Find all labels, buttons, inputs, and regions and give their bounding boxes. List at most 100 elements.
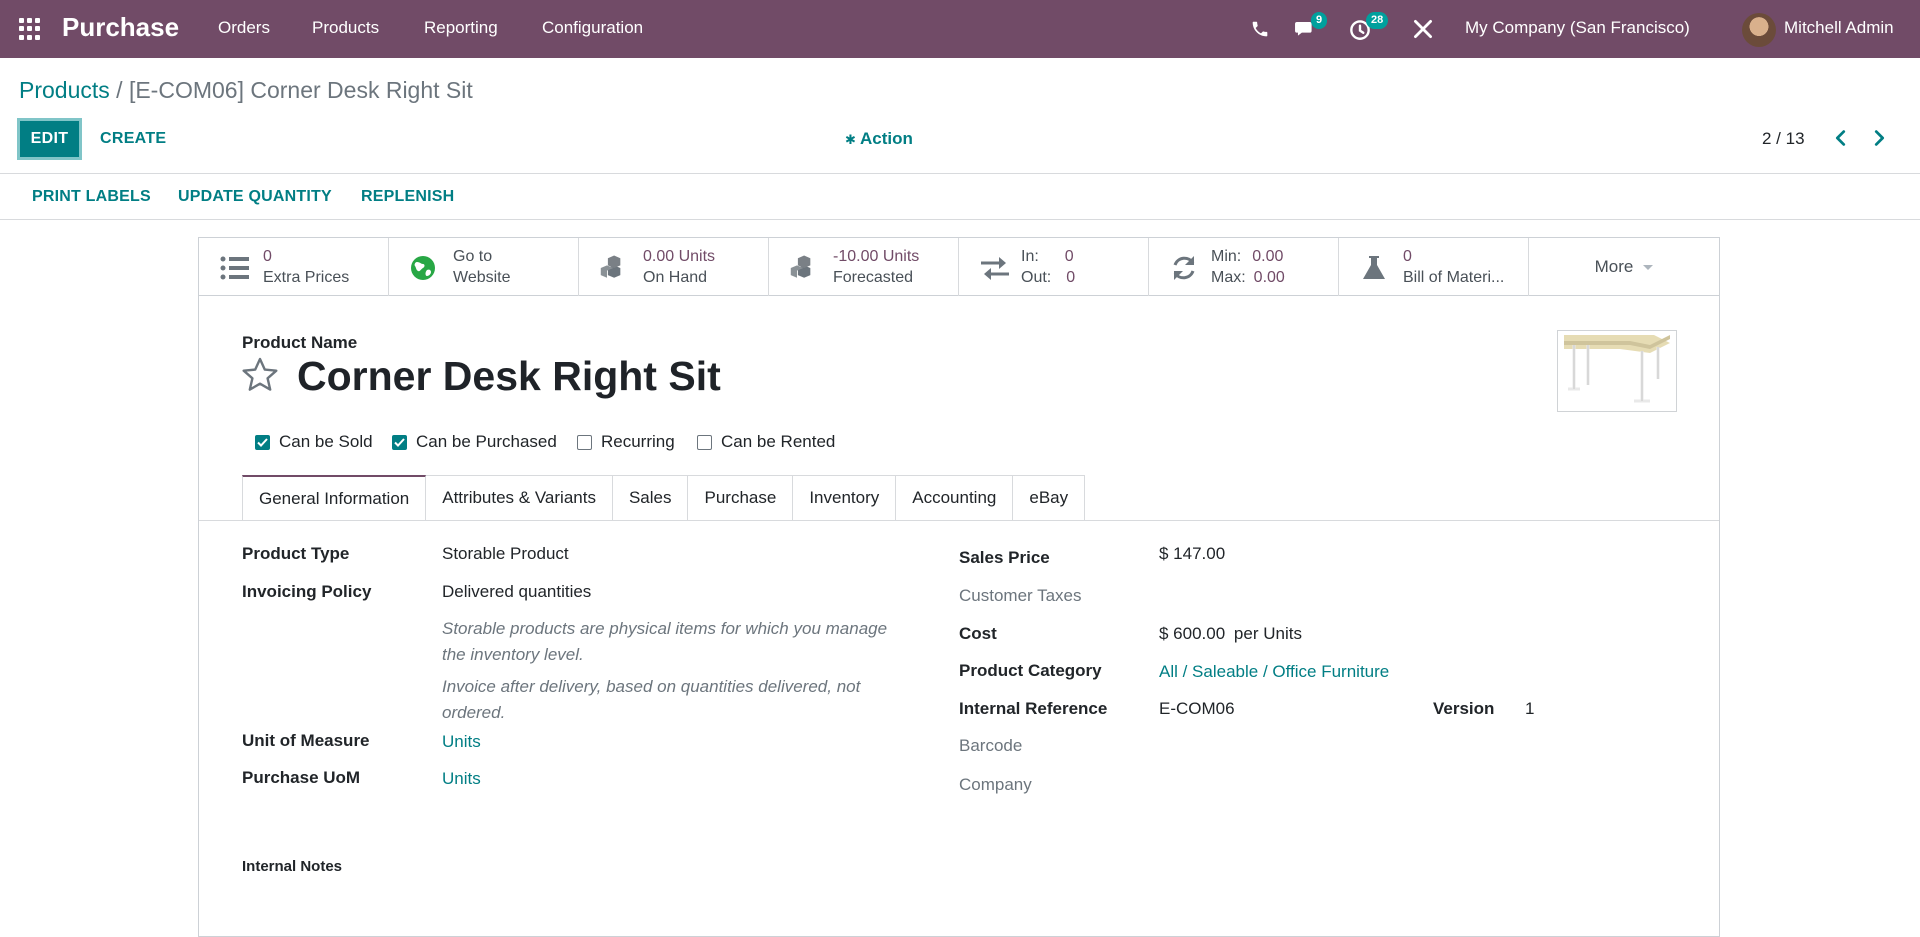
- product-type-value: Storable Product: [442, 544, 569, 563]
- tab-divider: [199, 520, 1719, 521]
- smart-buttons: 0 Extra Prices Go to Website 0.00 Units …: [199, 238, 1719, 296]
- checkbox-label: Recurring: [601, 432, 675, 451]
- star-icon[interactable]: [240, 355, 280, 395]
- checkbox-label: Can be Purchased: [416, 432, 557, 451]
- more-button[interactable]: More: [1529, 238, 1719, 296]
- can-be-sold-checkbox[interactable]: Can be Sold: [255, 432, 373, 452]
- tab-inventory[interactable]: Inventory: [793, 475, 897, 521]
- on-hand-label: On Hand: [643, 269, 708, 286]
- version-label: Version: [1433, 699, 1495, 718]
- forecasted-value: -10.00 Units: [833, 248, 920, 265]
- tab-general-information[interactable]: General Information: [242, 475, 427, 521]
- internal-reference-value: E-COM06: [1159, 699, 1235, 718]
- max-row: Max: 0.00: [1211, 269, 1285, 287]
- update-quantity-button[interactable]: UPDATE QUANTITY: [178, 188, 332, 206]
- menu-orders[interactable]: Orders: [218, 18, 270, 38]
- sales-price-label: Sales Price: [959, 548, 1050, 567]
- extra-prices-button[interactable]: 0 Extra Prices: [199, 238, 389, 296]
- product-type-label: Product Type: [242, 544, 350, 563]
- menu-configuration[interactable]: Configuration: [542, 18, 643, 38]
- go-to-website-button[interactable]: Go to Website: [389, 238, 579, 296]
- user-menu[interactable]: Mitchell Admin: [1784, 18, 1894, 38]
- bom-label: Bill of Materi...: [1403, 269, 1505, 286]
- checkbox-checked-icon: [392, 434, 407, 450]
- replenish-button[interactable]: REPLENISH: [361, 188, 454, 206]
- out-row: Out: 0: [1021, 269, 1075, 287]
- gear-icon: ✱: [845, 132, 856, 147]
- cubes-icon: [600, 255, 621, 278]
- tab-sales[interactable]: Sales: [612, 475, 689, 521]
- uom-value[interactable]: Units: [442, 732, 481, 752]
- divider: [0, 219, 1920, 220]
- tab-accounting[interactable]: Accounting: [896, 475, 1014, 521]
- globe-icon: [411, 256, 435, 280]
- company-switcher[interactable]: My Company (San Francisco): [1465, 18, 1690, 38]
- list-icon: [220, 256, 249, 280]
- menu-reporting[interactable]: Reporting: [424, 18, 498, 38]
- tools-icon[interactable]: [1410, 16, 1436, 42]
- action-label: Action: [860, 129, 913, 148]
- customer-taxes-label: Customer Taxes: [959, 586, 1082, 605]
- max-label: Max:: [1211, 269, 1246, 286]
- purchase-uom-value[interactable]: Units: [442, 769, 481, 789]
- checkbox-unchecked-icon: [577, 434, 592, 450]
- purchase-uom-label: Purchase UoM: [242, 768, 361, 787]
- invoicing-policy-label: Invoicing Policy: [242, 582, 372, 601]
- refresh-icon: [1173, 256, 1195, 280]
- exchange-icon: [981, 257, 1009, 280]
- avatar[interactable]: [1742, 13, 1776, 47]
- menu-products[interactable]: Products: [312, 18, 379, 38]
- notebook-tabs: General Information Attributes & Variant…: [242, 475, 1086, 521]
- breadcrumb: Products / [E-COM06] Corner Desk Right S…: [19, 77, 473, 104]
- product-category-value[interactable]: All / Saleable / Office Furniture: [1159, 662, 1389, 682]
- edit-button[interactable]: EDIT: [17, 118, 82, 160]
- in-row: In: 0: [1021, 248, 1074, 266]
- breadcrumb-products-link[interactable]: Products: [19, 77, 110, 103]
- app-brand[interactable]: Purchase: [62, 12, 179, 43]
- print-labels-button[interactable]: PRINT LABELS: [32, 188, 151, 206]
- cost-suffix: per Units: [1233, 624, 1302, 643]
- caret-down-icon: [1643, 264, 1654, 270]
- chevron-right-icon[interactable]: [1868, 127, 1890, 149]
- product-image[interactable]: [1557, 330, 1677, 412]
- create-button[interactable]: CREATE: [100, 130, 166, 148]
- product-name: Corner Desk Right Sit: [297, 353, 721, 399]
- internal-notes-label: Internal Notes: [242, 858, 343, 875]
- cost-amount: $ 600.00: [1159, 624, 1226, 643]
- bom-count: 0: [1403, 248, 1412, 265]
- in-out-button[interactable]: In: 0 Out: 0: [959, 238, 1149, 296]
- cubes-icon: [790, 255, 811, 278]
- min-row: Min: 0.00: [1211, 248, 1283, 266]
- action-menu[interactable]: ✱ Action: [845, 129, 913, 149]
- tab-attributes-variants[interactable]: Attributes & Variants: [426, 475, 613, 521]
- form-sheet: 0 Extra Prices Go to Website 0.00 Units …: [198, 237, 1720, 937]
- forecasted-button[interactable]: -10.00 Units Forecasted: [769, 238, 959, 296]
- breadcrumb-separator: /: [116, 77, 123, 103]
- bill-of-materials-button[interactable]: 0 Bill of Materi...: [1339, 238, 1529, 296]
- can-be-rented-checkbox[interactable]: Can be Rented: [697, 432, 835, 452]
- max-value: 0.00: [1253, 269, 1285, 286]
- pager-value[interactable]: 2 / 13: [1762, 129, 1805, 149]
- checkbox-checked-icon: [255, 434, 270, 450]
- on-hand-value: 0.00 Units: [643, 248, 716, 265]
- phone-icon[interactable]: [1247, 16, 1273, 42]
- invoicing-policy-value: Delivered quantities: [442, 582, 592, 601]
- messages-badge: 9: [1311, 12, 1328, 29]
- min-label: Min:: [1211, 248, 1242, 265]
- uom-label: Unit of Measure: [242, 731, 370, 750]
- on-hand-button[interactable]: 0.00 Units On Hand: [579, 238, 769, 296]
- tab-purchase[interactable]: Purchase: [688, 475, 794, 521]
- recurring-checkbox[interactable]: Recurring: [577, 432, 675, 452]
- checkbox-unchecked-icon: [697, 434, 712, 450]
- tab-ebay[interactable]: eBay: [1013, 475, 1086, 521]
- product-name-label: Product Name: [242, 333, 358, 352]
- min-value: 0.00: [1252, 248, 1284, 265]
- apps-menu-icon[interactable]: [19, 18, 41, 40]
- can-be-purchased-checkbox[interactable]: Can be Purchased: [392, 432, 557, 452]
- version-value: 1: [1525, 699, 1535, 718]
- chevron-left-icon[interactable]: [1830, 127, 1852, 149]
- website-line1: Go to: [453, 248, 493, 265]
- min-max-button[interactable]: Min: 0.00 Max: 0.00: [1149, 238, 1339, 296]
- sales-price-value: $ 147.00: [1159, 544, 1226, 563]
- flask-icon: [1363, 256, 1385, 279]
